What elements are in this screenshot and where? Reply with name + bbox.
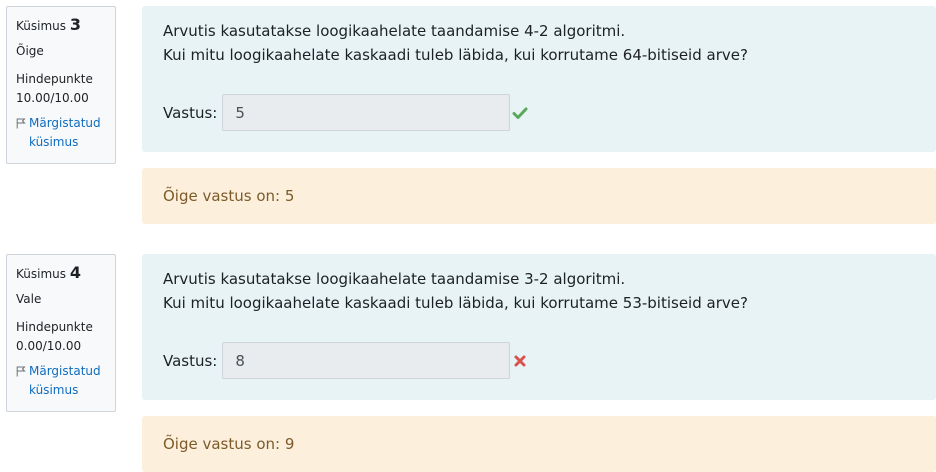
answer-field[interactable]: 5 — [222, 94, 511, 131]
question-text-line-2: Kui mitu loogikaahelate kaskaadi tuleb l… — [163, 46, 748, 64]
flag-label[interactable]: Märgistatud küsimus — [29, 362, 101, 400]
question-formulation: Arvutis kasutatakse loogikaahelate taand… — [142, 6, 936, 152]
flag-question-link[interactable]: Märgistatud küsimus — [16, 362, 106, 400]
flag-question-link[interactable]: Märgistatud küsimus — [16, 114, 106, 152]
question-text-line-1: Arvutis kasutatakse loogikaahelate taand… — [163, 22, 626, 40]
question-text-line-2: Kui mitu loogikaahelate kaskaadi tuleb l… — [163, 294, 748, 312]
question-number-value: 3 — [69, 15, 81, 34]
answer-label: Vastus: — [163, 351, 218, 370]
answer-label: Vastus: — [163, 103, 218, 122]
flag-icon — [16, 118, 26, 129]
flag-label-line-1[interactable]: Märgistatud — [29, 116, 101, 130]
grade-value: 0.00/10.00 — [16, 339, 82, 353]
question-info: Küsimus 3 Õige Hindepunkte 10.00/10.00 M… — [6, 6, 116, 164]
grade-label: Hindepunkte — [16, 72, 93, 86]
question-info: Küsimus 4 Vale Hindepunkte 0.00/10.00 Mä… — [6, 254, 116, 412]
grade-label: Hindepunkte — [16, 320, 93, 334]
question-formulation: Arvutis kasutatakse loogikaahelate taand… — [142, 254, 936, 400]
right-answer-feedback: Õige vastus on: 5 — [142, 168, 936, 224]
question-state: Vale — [16, 292, 42, 306]
flag-label-line-2[interactable]: küsimus — [29, 135, 78, 149]
question-grade: Hindepunkte 0.00/10.00 — [16, 318, 106, 356]
flag-label-line-2[interactable]: küsimus — [29, 383, 78, 397]
answer-field[interactable]: 8 — [222, 342, 511, 379]
answer-row: Vastus: 8 — [163, 342, 528, 379]
right-answer-feedback: Õige vastus on: 9 — [142, 416, 936, 472]
flag-label[interactable]: Märgistatud küsimus — [29, 114, 101, 152]
question-grade: Hindepunkte 10.00/10.00 — [16, 70, 106, 108]
question-text-line-1: Arvutis kasutatakse loogikaahelate taand… — [163, 270, 626, 288]
flag-label-line-1[interactable]: Märgistatud — [29, 364, 101, 378]
question-number: Küsimus 3 — [16, 15, 106, 36]
question-label: Küsimus — [16, 267, 67, 281]
question-number: Küsimus 4 — [16, 263, 106, 284]
question-label: Küsimus — [16, 19, 67, 33]
question-number-value: 4 — [69, 263, 81, 282]
cross-icon — [514, 355, 526, 366]
answer-value: 8 — [235, 351, 245, 370]
grade-value: 10.00/10.00 — [16, 91, 89, 105]
answer-row: Vastus: 5 — [163, 94, 528, 131]
question-state: Õige — [16, 44, 44, 58]
answer-value: 5 — [235, 103, 245, 122]
flag-icon — [16, 366, 26, 377]
check-icon — [512, 107, 528, 119]
